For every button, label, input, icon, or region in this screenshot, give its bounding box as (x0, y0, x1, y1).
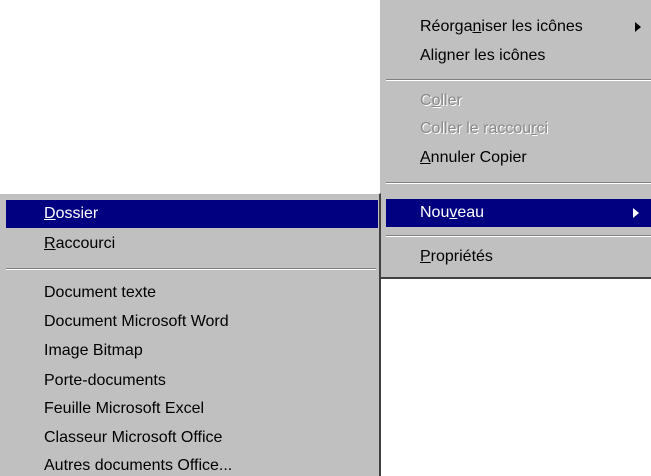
menu-separator (386, 235, 651, 237)
menu-item-label: Document Microsoft Word (44, 313, 229, 330)
nouveau-submenu: Dossier Raccourci Document texte Documen… (0, 193, 381, 476)
menu-separator (386, 182, 651, 184)
submenu-arrow-icon (633, 208, 639, 218)
menu-item-label: Réorganiser les icônes (420, 18, 583, 35)
submenu-item-document[interactable]: Porte-documents (44, 367, 374, 395)
menu-separator (6, 268, 376, 270)
menu-item-aligner-icones[interactable]: Aligner les icônes (420, 42, 651, 70)
submenu-item-document[interactable]: Document texte (44, 279, 374, 307)
menu-item-coller: Coller (420, 87, 651, 115)
menu-item-annuler-copier[interactable]: Annuler Copier (420, 144, 651, 172)
submenu-item-document[interactable]: Classeur Microsoft Office (44, 424, 374, 452)
submenu-item-raccourci[interactable]: Raccourci (6, 230, 378, 258)
menu-item-label: Feuille Microsoft Excel (44, 400, 205, 417)
menu-item-label: Dossier (44, 205, 99, 222)
menu-item-label: Coller (420, 92, 462, 109)
submenu-item-document[interactable]: Feuille Microsoft Excel (44, 395, 374, 423)
submenu-item-dossier[interactable]: Dossier (6, 200, 378, 228)
submenu-arrow-icon (635, 22, 641, 32)
menu-item-label: Annuler Copier (420, 149, 527, 166)
menu-item-label: Nouveau (420, 204, 485, 221)
menu-item-label: Image Bitmap (44, 342, 143, 359)
menu-item-label: Autres documents Office... (44, 457, 233, 474)
menu-item-proprietes[interactable]: Propriétés (420, 243, 651, 271)
menu-item-label: Classeur Microsoft Office (44, 429, 223, 446)
menu-item-label: Propriétés (420, 248, 493, 265)
menu-separator (386, 79, 651, 81)
desktop-context-menu: Réorganiser les icônes Aligner les icône… (378, 0, 651, 279)
menu-item-label: Document texte (44, 284, 157, 301)
submenu-item-document[interactable]: Image Bitmap (44, 337, 374, 365)
menu-item-label: Raccourci (44, 235, 116, 252)
menu-item-reorganiser-icones[interactable]: Réorganiser les icônes (420, 13, 651, 41)
menu-item-coller-raccourci: Coller le raccourci (420, 115, 651, 143)
menu-item-label: Coller le raccourci (420, 120, 549, 137)
menu-item-label: Porte-documents (44, 372, 166, 389)
menu-item-nouveau[interactable]: Nouveau (386, 199, 651, 227)
submenu-item-document[interactable]: Document Microsoft Word (44, 308, 374, 336)
menu-item-label: Aligner les icônes (420, 47, 546, 64)
submenu-item-document[interactable]: Autres documents Office... (44, 452, 374, 476)
